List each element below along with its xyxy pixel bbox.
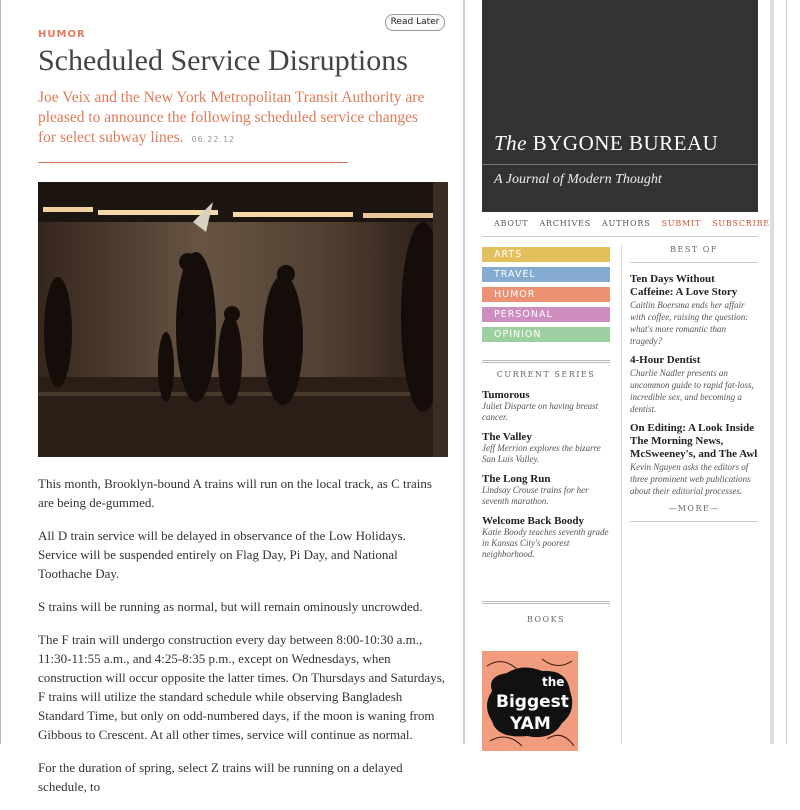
best-title[interactable]: 4-Hour Dentist (630, 354, 758, 367)
cover-word-the: the (542, 675, 564, 689)
read-later-button[interactable]: Read Later (385, 14, 445, 31)
nav-archives[interactable]: ARCHIVES (539, 219, 591, 228)
article-date: 06.22.12 (191, 135, 236, 144)
best-of-more-link[interactable]: —MORE— (630, 504, 758, 522)
masthead[interactable]: The BYGONE BUREAU A Journal of Modern Th… (482, 0, 758, 212)
article-paragraph: The F train will undergo construction ev… (38, 632, 446, 742)
article-paragraph: All D train service will be delayed in o… (38, 528, 406, 581)
nav-about[interactable]: ABOUT (494, 219, 528, 228)
best-of: BEST OF Ten Days Without Caffeine: A Lov… (630, 245, 758, 522)
category-arts[interactable]: ARTS (482, 247, 610, 262)
series-desc: Juliet Disparte on having breast cancer. (482, 401, 599, 422)
best-of-heading: BEST OF (630, 245, 758, 263)
article-paragraph: For the duration of spring, select Z tra… (38, 760, 403, 794)
article-title: Scheduled Service Disruptions (38, 44, 408, 77)
best-item[interactable]: Ten Days Without Caffeine: A Love Story C… (630, 273, 758, 347)
series-desc: Katie Boody teaches seventh grade in Kan… (482, 527, 609, 559)
subway-photo-image (38, 182, 448, 457)
category-opinion[interactable]: OPINION (482, 327, 610, 342)
series-item[interactable]: The Long Run Lindsay Crouse trains for he… (482, 473, 610, 507)
site-nav: ABOUT ARCHIVES AUTHORS SUBMIT SUBSCRIBE (494, 219, 781, 228)
best-title[interactable]: Ten Days Without Caffeine: A Love Story (630, 273, 758, 299)
cover-word-yam: YAM (509, 714, 551, 734)
category-list: ARTS TRAVEL HUMOR PERSONAL OPINION (482, 247, 610, 347)
series-item[interactable]: Welcome Back Boody Katie Boody teaches se… (482, 515, 610, 560)
best-desc: Kevin Nguyen asks the editors of three p… (630, 462, 751, 496)
center-divider (463, 0, 465, 744)
series-desc: Lindsay Crouse trains for her seventh ma… (482, 485, 589, 506)
sidebar-divider (621, 244, 622, 744)
book-cover-art: the Biggest YAM (482, 651, 578, 751)
series-desc: Jeff Merrion explores the bizarre San Lu… (482, 443, 601, 464)
current-series-heading: CURRENT SERIES (482, 360, 610, 379)
site-title-the: The (494, 131, 527, 155)
best-desc: Charlie Nadler presents an uncommon guid… (630, 368, 754, 414)
left-rail (0, 0, 1, 744)
cover-word-biggest: Biggest (496, 692, 569, 712)
article-dek: Joe Veix and the New York Metropolitan T… (38, 88, 438, 150)
best-item[interactable]: 4-Hour Dentist Charlie Nadler presents an… (630, 354, 758, 415)
article-paragraph: This month, Brooklyn-bound A trains will… (38, 476, 432, 510)
article-category[interactable]: HUMOR (38, 29, 86, 40)
category-travel[interactable]: TRAVEL (482, 267, 610, 282)
books-section: BOOKS the Biggest YAM (482, 601, 610, 751)
current-series: CURRENT SERIES Tumorous Juliet Disparte o… (482, 360, 610, 568)
site-title[interactable]: The BYGONE BUREAU (494, 131, 718, 156)
article-body: This month, Brooklyn-bound A trains will… (38, 474, 448, 810)
series-item[interactable]: The Valley Jeff Merrion explores the biza… (482, 431, 610, 465)
series-title[interactable]: The Valley (482, 431, 610, 443)
best-title[interactable]: On Editing: A Look Inside The Morning Ne… (630, 422, 758, 461)
nav-authors[interactable]: AUTHORS (602, 219, 651, 228)
right-rail-outer (786, 0, 787, 744)
series-item[interactable]: Tumorous Juliet Disparte on having breast… (482, 389, 610, 423)
category-humor[interactable]: HUMOR (482, 287, 610, 302)
masthead-rule (482, 164, 758, 165)
nav-submit[interactable]: SUBMIT (662, 219, 702, 228)
best-item[interactable]: On Editing: A Look Inside The Morning Ne… (630, 422, 758, 497)
best-desc: Caitlin Boersma ends her affair with cof… (630, 300, 749, 346)
nav-rule (482, 236, 758, 237)
series-title[interactable]: The Long Run (482, 473, 610, 485)
books-heading: BOOKS (482, 601, 610, 624)
category-personal[interactable]: PERSONAL (482, 307, 610, 322)
site-tagline: A Journal of Modern Thought (494, 172, 662, 187)
article-paragraph: S trains will be running as normal, but … (38, 599, 423, 614)
site-title-name: BYGONE BUREAU (532, 131, 719, 155)
right-rail (770, 0, 774, 744)
subway-photo (38, 182, 448, 457)
title-rule (38, 162, 348, 163)
series-title[interactable]: Tumorous (482, 389, 610, 401)
nav-subscribe[interactable]: SUBSCRIBE (712, 219, 770, 228)
series-title[interactable]: Welcome Back Boody (482, 515, 610, 527)
book-cover[interactable]: the Biggest YAM (482, 651, 578, 751)
